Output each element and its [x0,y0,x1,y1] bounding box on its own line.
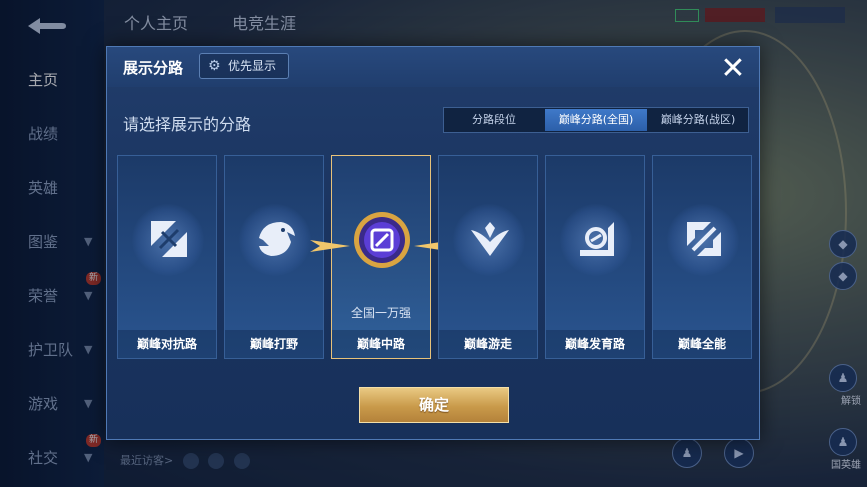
tab-lane-tier[interactable]: 分路段位 [445,109,543,131]
lane-card-label: 巅峰对抗路 [118,330,216,358]
close-icon[interactable]: ✕ [715,51,751,87]
lane-card-mid[interactable]: 全国一万强 巅峰中路 [310,155,454,359]
lane-card-jungle[interactable]: 巅峰打野 [224,155,324,359]
wing-left-icon [310,240,350,252]
lane-card-all-round[interactable]: 巅峰全能 [652,155,752,359]
lane-card-label: 巅峰发育路 [546,330,644,358]
priority-display-button[interactable]: ⚙ 优先显示 [199,53,289,79]
lane-card-label: 巅峰全能 [653,330,751,358]
gear-icon: ⚙ [208,58,221,74]
jungle-icon [259,222,295,256]
priority-display-label: 优先显示 [228,59,277,73]
lane-display-dialog: 展示分路 ⚙ 优先显示 ✕ 请选择展示的分路 分路段位 巅峰分路(全国) 巅峰分… [106,46,760,440]
lane-card-label: 巅峰游走 [439,330,537,358]
ranking-scope-tabs: 分路段位 巅峰分路(全国) 巅峰分路(战区) [443,107,749,133]
lane-card-farm[interactable]: 巅峰发育路 [545,155,645,359]
dialog-subtitle: 请选择展示的分路 [123,115,252,134]
confirm-button[interactable]: 确定 [359,387,509,423]
lane-card-roam[interactable]: 巅峰游走 [438,155,538,359]
lane-card-label: 巅峰打野 [225,330,323,358]
clash-lane-icon [151,221,187,257]
mid-lane-badge-icon [354,212,410,268]
dialog-title: 展示分路 [123,59,184,77]
tab-peak-region[interactable]: 巅峰分路(战区) [649,109,747,131]
lane-card-clash[interactable]: 巅峰对抗路 [117,155,217,359]
lane-card-list: 巅峰对抗路 巅峰打野 全国一万强 巅峰中路 巅峰游走 巅峰发育路 巅峰全能 [117,155,752,361]
roam-icon [471,222,509,256]
tab-peak-national[interactable]: 巅峰分路(全国) [545,109,647,131]
dialog-header: 展示分路 ⚙ 优先显示 ✕ [107,47,759,87]
farm-lane-icon [580,222,614,256]
rank-text: 全国一万强 [350,306,411,320]
lane-card-label: 巅峰中路 [332,330,430,358]
all-round-icon [687,222,721,256]
